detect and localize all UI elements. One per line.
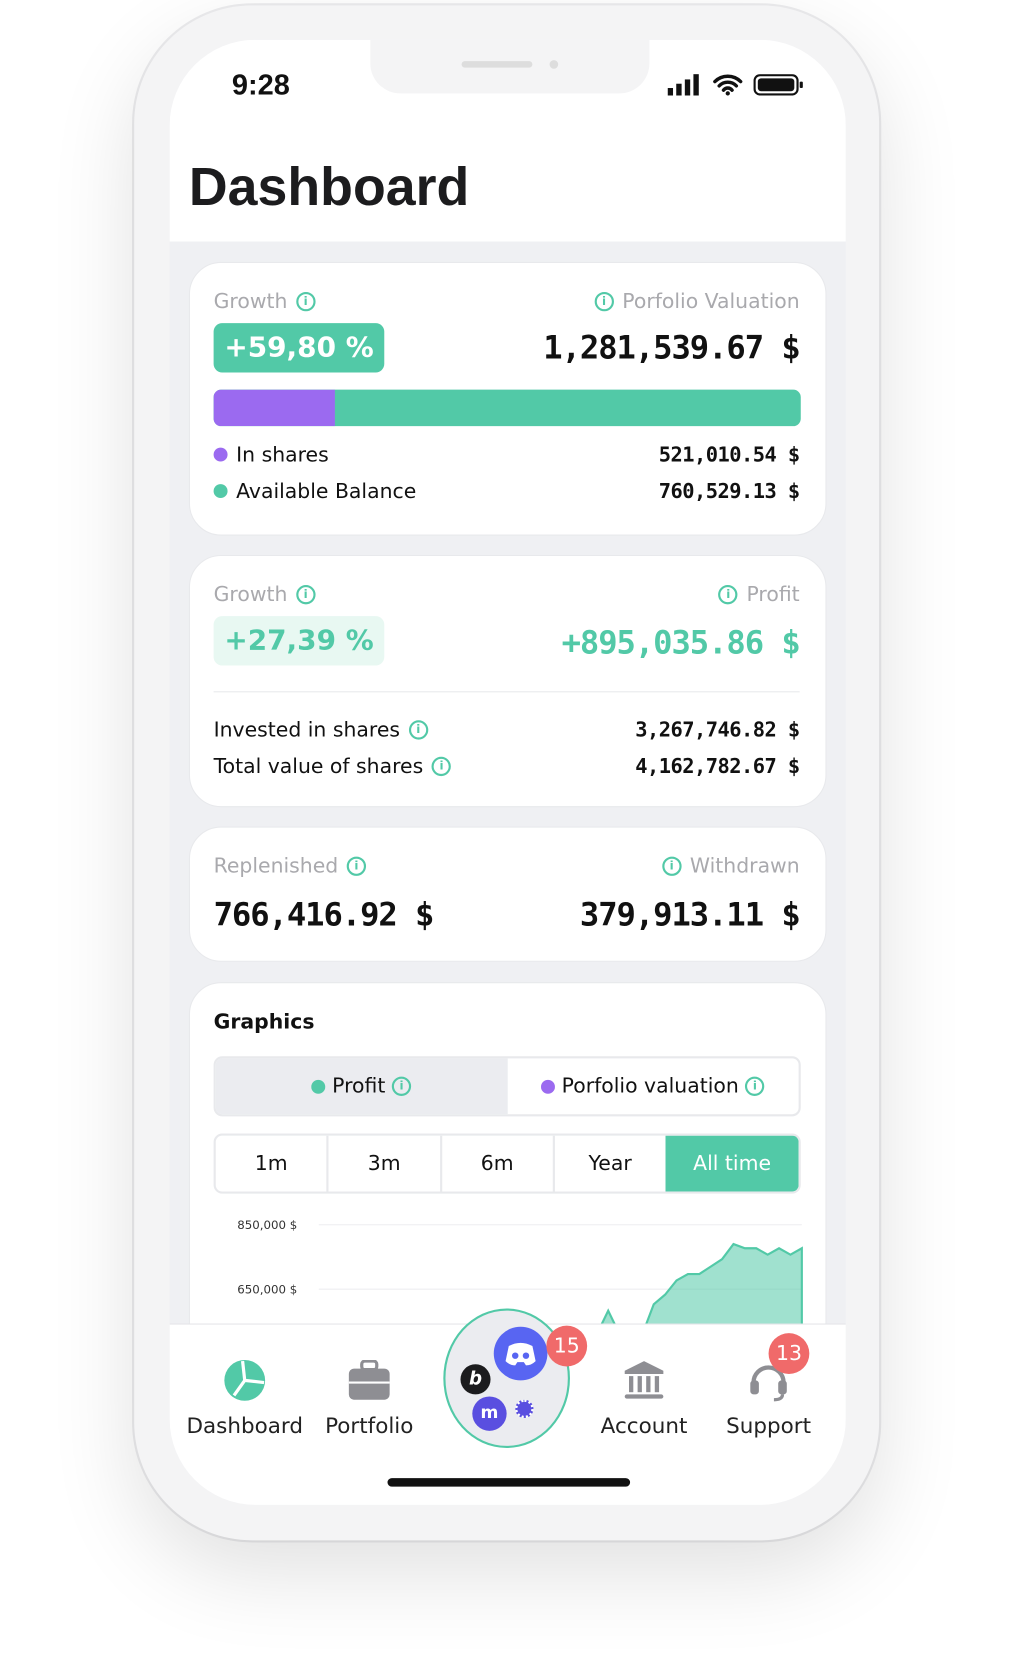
home-indicator — [387, 1478, 630, 1487]
signal-icon — [668, 74, 702, 95]
y-tick-label: 650,000 $ — [237, 1282, 297, 1296]
replenished-label-text: Replenished — [214, 854, 339, 878]
info-icon[interactable]: i — [594, 292, 613, 311]
row-label: Available Balance — [236, 480, 416, 504]
profit-label: i Profit — [719, 583, 800, 607]
info-icon[interactable]: i — [296, 585, 315, 604]
y-tick-label: 850,000 $ — [237, 1218, 297, 1232]
briefcase-icon — [348, 1360, 391, 1401]
purple-dot — [541, 1079, 555, 1093]
growth-label-text: Growth — [214, 290, 288, 314]
row-label: In shares — [236, 443, 329, 467]
period-year[interactable]: Year — [555, 1136, 666, 1192]
notification-badge: 15 — [546, 1326, 587, 1367]
row-label: Total value of shares — [214, 755, 424, 779]
bitfinex-icon: b — [460, 1364, 490, 1394]
toggle-label: Profit — [332, 1074, 385, 1098]
toggle-profit[interactable]: Profiti — [216, 1058, 507, 1114]
exchange-icon — [515, 1400, 533, 1418]
info-icon[interactable]: i — [347, 857, 366, 876]
growth-badge: +27,39 % — [214, 616, 385, 665]
withdrawn-label: i Withdrawn — [662, 854, 800, 878]
growth-label: Growthi — [214, 583, 316, 607]
page-title: Dashboard — [189, 156, 469, 218]
kraken-icon: m — [472, 1396, 506, 1430]
profit-value: +895,035.86 $ — [562, 625, 800, 663]
period-1m[interactable]: 1m — [216, 1136, 329, 1192]
tab-support[interactable]: Support 13 — [710, 1357, 828, 1439]
tab-label: Account — [601, 1413, 688, 1439]
row-value: 760,529.13 $ — [659, 480, 800, 504]
graphics-title: Graphics — [214, 1010, 315, 1034]
flow-card: Replenished i i Withdrawn 766,416.92 $ 379… — [189, 827, 827, 962]
notch — [370, 40, 649, 94]
info-icon[interactable]: i — [409, 720, 428, 739]
tab-account[interactable]: Account — [585, 1357, 703, 1439]
growth-badge: +59,80 % — [214, 323, 385, 372]
status-icons — [668, 74, 803, 95]
info-icon[interactable]: i — [719, 585, 738, 604]
info-icon[interactable]: i — [662, 857, 681, 876]
pie-chart-icon — [223, 1359, 266, 1402]
valuation-value: 1,281,539.67 $ — [543, 330, 799, 368]
info-icon[interactable]: i — [745, 1077, 764, 1096]
green-dot — [214, 484, 228, 498]
wifi-icon — [713, 74, 743, 95]
bank-icon — [623, 1359, 666, 1402]
row-label: Invested in shares — [214, 718, 400, 742]
row-value: 4,162,782.67 $ — [635, 755, 799, 779]
green-dot — [312, 1079, 326, 1093]
tab-label: Dashboard — [186, 1413, 302, 1439]
divider — [214, 691, 800, 692]
replenished-label: Replenished i — [214, 854, 367, 878]
valuation-label-text: Porfolio Valuation — [622, 290, 799, 314]
withdrawn-value: 379,913.11 $ — [580, 896, 800, 934]
info-icon[interactable]: i — [432, 757, 451, 776]
status-time: 9:28 — [232, 69, 290, 102]
purple-dot — [214, 448, 228, 462]
growth-label: Growthi — [214, 290, 316, 314]
tab-dashboard[interactable]: Dashboard — [186, 1357, 304, 1439]
camera — [550, 60, 559, 69]
notification-badge: 13 — [769, 1333, 810, 1374]
screen: 9:28 Dashboard Growthi iPorfolio Valuati… — [170, 40, 846, 1505]
toggle-portfolio-valuation[interactable]: Porfolio valuation i — [507, 1058, 798, 1114]
allocation-bar-shares — [214, 390, 335, 426]
period-6m[interactable]: 6m — [442, 1136, 555, 1192]
battery-icon — [754, 74, 803, 95]
info-icon[interactable]: i — [392, 1077, 411, 1096]
allocation-bar — [214, 390, 801, 426]
tab-label: Support — [726, 1413, 811, 1439]
valuation-card: Growthi iPorfolio Valuation +59,80 % 1,2… — [189, 262, 827, 536]
tab-label: Portfolio — [325, 1413, 413, 1439]
replenished-value: 766,416.92 $ — [214, 896, 434, 934]
toggle-label: Porfolio valuation — [562, 1074, 739, 1098]
metric-toggle: Profiti Porfolio valuationi — [214, 1056, 801, 1116]
tab-portfolio[interactable]: Portfolio — [310, 1357, 428, 1439]
profit-card: Growthi iProfit +27,39 % +895,035.86 $ I… — [189, 555, 827, 807]
integrations-button[interactable]: b m 15 — [443, 1308, 570, 1448]
header: 9:28 Dashboard — [170, 40, 846, 242]
period-all-time[interactable]: All time — [666, 1136, 799, 1192]
growth-label-text: Growth — [214, 583, 288, 607]
list-item: Invested in shares i 3,267,746.82 $ — [214, 718, 800, 742]
info-icon[interactable]: i — [296, 292, 315, 311]
valuation-label: i Porfolio Valuation — [594, 290, 799, 314]
list-item: In shares 521,010.54 $ — [214, 443, 800, 467]
list-item: Available Balance 760,529.13 $ — [214, 480, 800, 504]
speaker — [462, 61, 533, 67]
period-selector: 1m 3m 6m Year All time — [214, 1134, 801, 1194]
withdrawn-label-text: Withdrawn — [690, 854, 800, 878]
period-3m[interactable]: 3m — [329, 1136, 442, 1192]
row-value: 521,010.54 $ — [659, 443, 800, 467]
discord-icon — [494, 1327, 548, 1381]
row-value: 3,267,746.82 $ — [635, 718, 799, 742]
profit-label-text: Profit — [746, 583, 799, 607]
list-item: Total value of shares i 4,162,782.67 $ — [214, 755, 800, 779]
